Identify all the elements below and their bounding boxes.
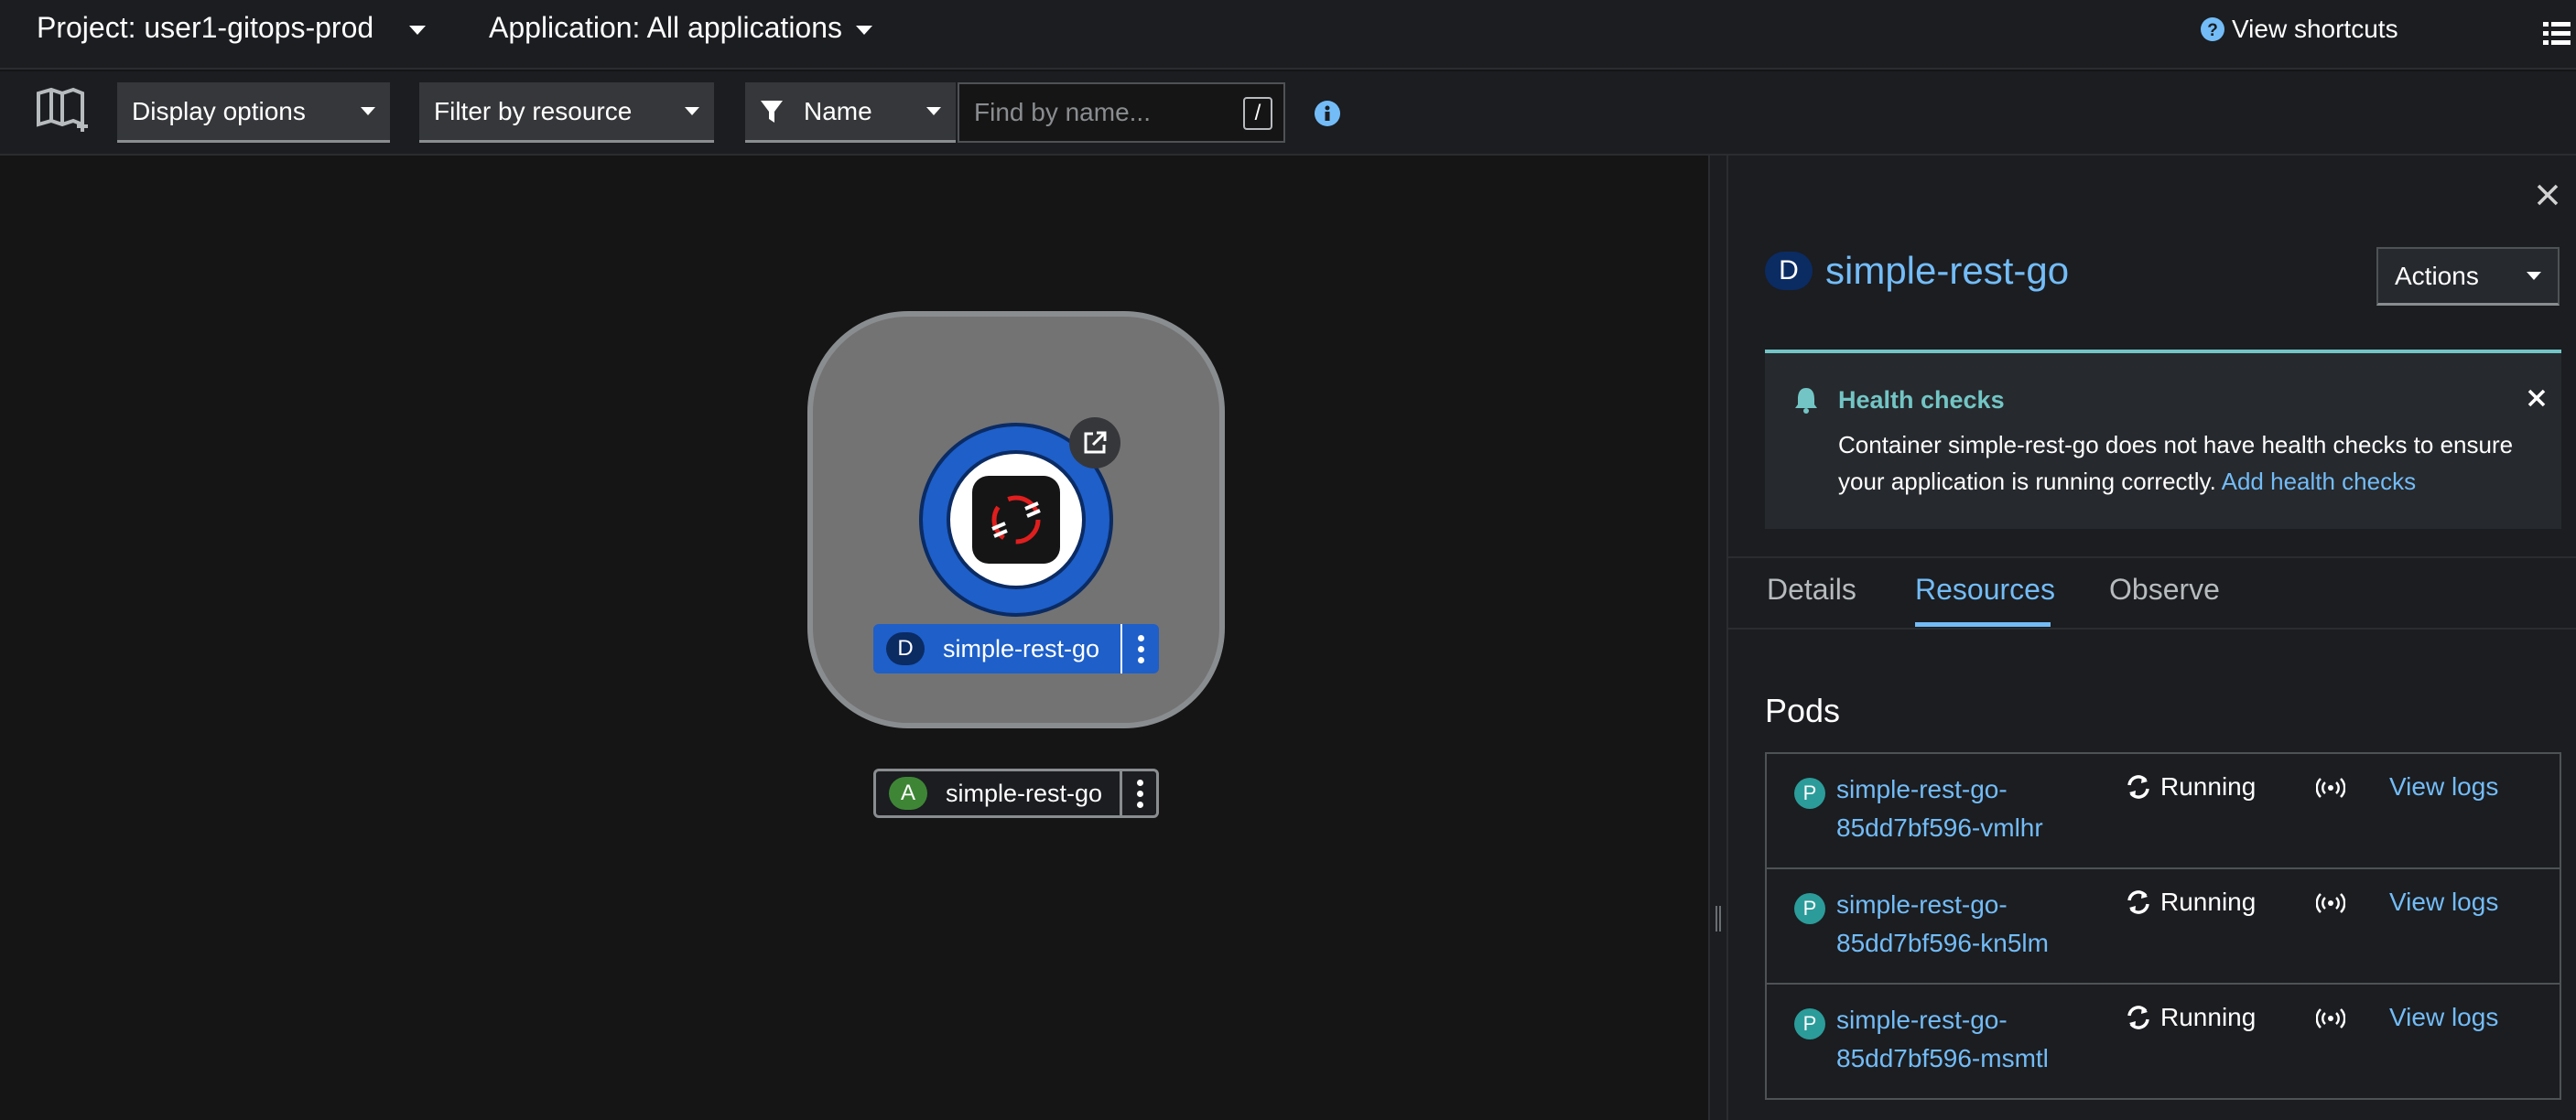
list-view-icon[interactable] [2543, 20, 2571, 48]
alert-message: Container simple-rest-go does not have h… [1838, 426, 2552, 500]
topology-book-icon[interactable] [35, 84, 90, 139]
application-label[interactable]: A simple-rest-go [873, 769, 1159, 818]
pod-status-label: Running [2160, 1003, 2257, 1031]
actions-label: Actions [2395, 261, 2479, 290]
pod-name-line1: simple-rest-go- [1836, 1006, 2008, 1034]
pod-badge: P [1794, 778, 1825, 809]
display-options-dropdown[interactable]: Display options [117, 82, 390, 143]
list-item: P simple-rest-go- 85dd7bf596-kn5lm Runni… [1767, 869, 2560, 985]
application-badge: A [889, 777, 927, 810]
resize-grip-icon[interactable] [1716, 906, 1721, 932]
broadcast-icon [2316, 1008, 2345, 1028]
pod-name-line1: simple-rest-go- [1836, 890, 2008, 919]
topology-toolbar: Display options Filter by resource Name … [0, 71, 2576, 156]
pod-status-label: Running [2160, 888, 2257, 916]
masthead: Project: user1-gitops-prod Application: … [0, 0, 2576, 70]
caret-down-icon [409, 25, 427, 35]
view-shortcuts-link[interactable]: ? View shortcuts [2201, 15, 2398, 44]
find-by-name-input[interactable]: Find by name... / [958, 82, 1285, 143]
filter-by-resource-label: Filter by resource [434, 96, 633, 125]
svg-text:?: ? [2207, 21, 2218, 40]
resource-name: simple-rest-go [1825, 249, 2070, 292]
application-selector[interactable]: Application: All applications [489, 11, 872, 45]
list-item: P simple-rest-go- 85dd7bf596-vmlhr Runni… [1767, 754, 2560, 869]
view-logs-link[interactable]: View logs [2389, 888, 2498, 917]
pod-name-line2: 85dd7bf596-vmlhr [1836, 813, 2043, 842]
pod-name-line1: simple-rest-go- [1836, 775, 2008, 803]
pod-badge: P [1794, 1008, 1825, 1039]
filter-by-resource-dropdown[interactable]: Filter by resource [419, 82, 714, 143]
info-icon[interactable] [1315, 101, 1340, 126]
pod-name-link[interactable]: simple-rest-go- 85dd7bf596-vmlhr [1836, 770, 2111, 847]
kebab-icon[interactable] [1122, 624, 1159, 673]
add-health-checks-link[interactable]: Add health checks [2222, 468, 2416, 495]
caret-down-icon [2527, 272, 2541, 280]
panel-title: D simple-rest-go [1765, 249, 2069, 293]
application-name: simple-rest-go [946, 779, 1103, 807]
search-shortcut-key: / [1243, 97, 1272, 130]
bell-icon [1795, 388, 1817, 414]
actions-dropdown[interactable]: Actions [2376, 247, 2560, 306]
deployment-badge: D [886, 632, 925, 665]
tab-details[interactable]: Details [1767, 573, 1856, 607]
filter-icon [761, 100, 783, 123]
pod-badge: P [1794, 893, 1825, 924]
view-logs-link[interactable]: View logs [2389, 1003, 2498, 1032]
sync-icon [2127, 1006, 2149, 1029]
application-selector-label: Application: All applications [489, 11, 843, 44]
resource-badge: D [1765, 252, 1813, 290]
tab-resources[interactable]: Resources [1915, 573, 2055, 607]
filter-type-dropdown[interactable]: Name [745, 82, 956, 143]
pod-status: Running [2126, 1003, 2256, 1032]
close-icon[interactable] [2527, 388, 2547, 408]
find-by-name-placeholder: Find by name... [974, 98, 1151, 126]
pod-name-link[interactable]: simple-rest-go- 85dd7bf596-kn5lm [1836, 886, 2111, 963]
sync-icon [2127, 890, 2149, 914]
pod-status: Running [2126, 772, 2256, 802]
openshift-logo-icon [972, 476, 1060, 564]
pod-name-line2: 85dd7bf596-msmtl [1836, 1044, 2049, 1072]
project-selector[interactable]: Project: user1-gitops-prod [37, 11, 427, 45]
caret-down-icon [926, 107, 941, 115]
list-item: P simple-rest-go- 85dd7bf596-msmtl Runni… [1767, 985, 2560, 1100]
question-circle-icon: ? [2201, 17, 2224, 41]
close-icon[interactable] [2536, 183, 2560, 207]
kebab-icon[interactable] [1121, 769, 1158, 818]
caret-down-icon [685, 107, 699, 115]
caret-down-icon [361, 107, 375, 115]
pod-status: Running [2126, 888, 2256, 917]
health-checks-alert: Health checks Container simple-rest-go d… [1765, 350, 2561, 529]
pods-list: P simple-rest-go- 85dd7bf596-vmlhr Runni… [1765, 752, 2561, 1100]
view-logs-link[interactable]: View logs [2389, 772, 2498, 802]
pod-name-link[interactable]: simple-rest-go- 85dd7bf596-msmtl [1836, 1001, 2111, 1078]
caret-down-icon [855, 25, 872, 35]
deployment-name: simple-rest-go [943, 634, 1100, 662]
view-shortcuts-label: View shortcuts [2232, 15, 2398, 43]
panel-resize-divider[interactable] [1708, 156, 1728, 1120]
pod-name-line2: 85dd7bf596-kn5lm [1836, 929, 2049, 957]
open-url-button[interactable] [1069, 417, 1120, 468]
broadcast-icon [2316, 778, 2345, 798]
filter-type-label: Name [804, 96, 872, 125]
alert-title: Health checks [1838, 386, 2005, 414]
pods-heading: Pods [1765, 692, 1841, 729]
deployment-label[interactable]: D simple-rest-go [873, 624, 1159, 673]
display-options-label: Display options [132, 96, 306, 125]
tab-observe[interactable]: Observe [2109, 573, 2220, 607]
project-selector-label: Project: user1-gitops-prod [37, 11, 374, 44]
broadcast-icon [2316, 893, 2345, 913]
tab-active-indicator [1915, 622, 2051, 627]
external-link-icon [1084, 431, 1107, 454]
pod-status-label: Running [2160, 772, 2257, 801]
sync-icon [2127, 775, 2149, 799]
